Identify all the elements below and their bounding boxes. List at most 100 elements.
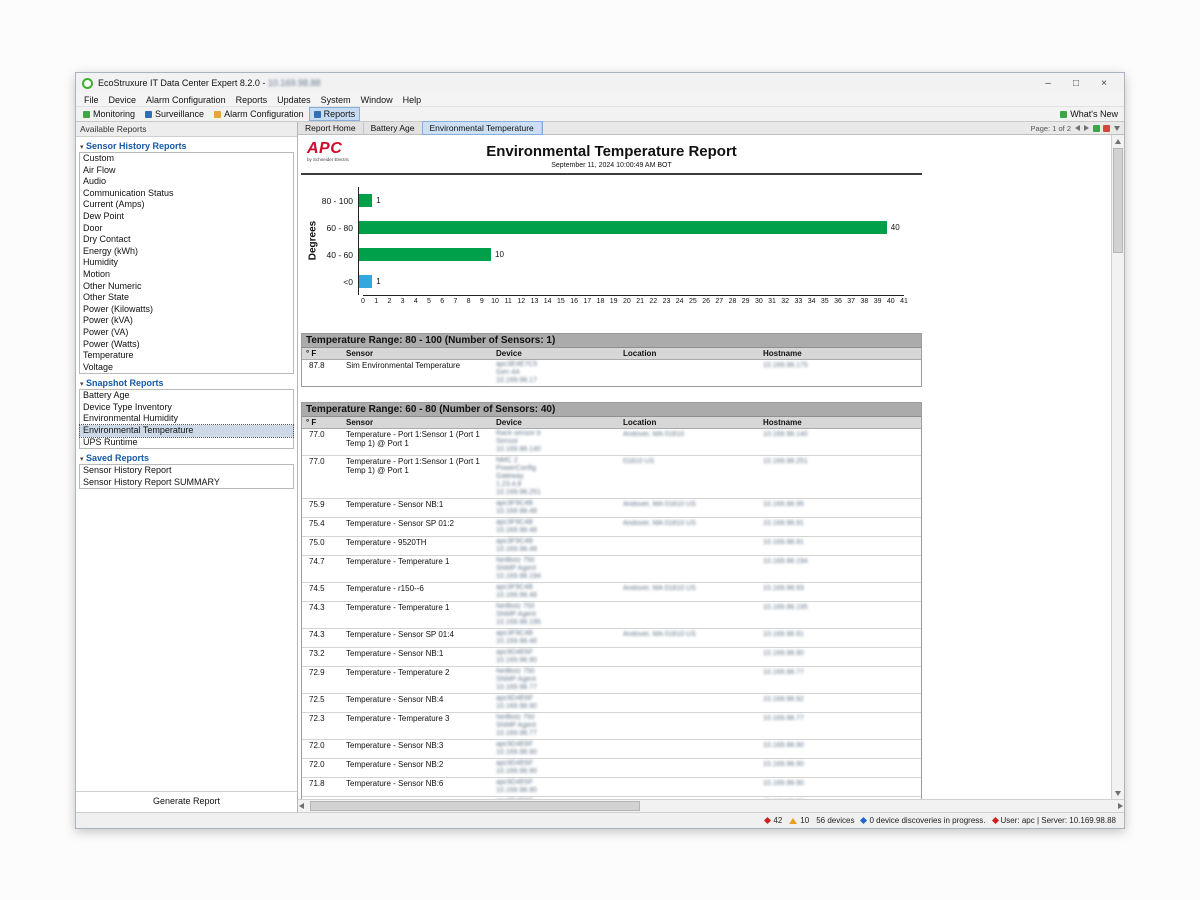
perspective-label: Surveillance [155, 109, 204, 119]
range-table-title: Temperature Range: 60 - 80 (Number of Se… [302, 403, 921, 417]
perspective-alarm-configuration[interactable]: Alarm Configuration [210, 108, 308, 120]
vertical-scroll-thumb[interactable] [1113, 148, 1123, 253]
window-titlebar[interactable]: EcoStruxure IT Data Center Expert 8.2.0 … [76, 73, 1124, 93]
report-item-other-numeric[interactable]: Other Numeric [80, 281, 293, 293]
report-item-audio[interactable]: Audio [80, 176, 293, 188]
menu-window[interactable]: Window [356, 95, 398, 105]
generate-report-button[interactable]: Generate Report [76, 791, 297, 812]
cell-sensor: Temperature - Port 1:Sensor 1 (Port 1 Te… [342, 456, 492, 498]
report-tabs: Report HomeBattery AgeEnvironmental Temp… [298, 122, 542, 134]
scroll-down-icon[interactable] [1112, 787, 1124, 799]
close-button[interactable]: × [1090, 78, 1118, 89]
horizontal-scroll-thumb[interactable] [310, 801, 640, 811]
report-item-dry-contact[interactable]: Dry Contact [80, 234, 293, 246]
report-item-energy-kwh[interactable]: Energy (kWh) [80, 246, 293, 258]
column-header-hostname: Hostname [759, 417, 921, 428]
chart-y-axis-label: Degrees [308, 211, 319, 271]
perspective-surveillance[interactable]: Surveillance [141, 108, 208, 120]
report-item-device-type-inventory[interactable]: Device Type Inventory [80, 402, 293, 414]
column-header-sensor: Sensor [342, 348, 492, 359]
report-item-temperature[interactable]: Temperature [80, 350, 293, 362]
maximize-button[interactable]: □ [1062, 78, 1090, 89]
alarm-configuration-icon [214, 111, 221, 118]
report-item-communication-status[interactable]: Communication Status [80, 188, 293, 200]
next-page-icon[interactable] [1084, 125, 1089, 131]
report-item-power-watts[interactable]: Power (Watts) [80, 339, 293, 351]
cell-location [619, 360, 759, 386]
menu-device[interactable]: Device [104, 95, 142, 105]
cell-temperature: 87.8 [302, 360, 342, 386]
report-timestamp: September 11, 2024 10:00:49 AM BOT [301, 162, 922, 169]
table-row: 74.3Temperature - Sensor SP 01:4apc3F9C4… [302, 629, 921, 648]
minimize-button[interactable]: – [1034, 78, 1062, 89]
report-item-ups-runtime[interactable]: UPS Runtime [80, 437, 293, 449]
monitoring-icon [83, 111, 90, 118]
menu-system[interactable]: System [316, 95, 356, 105]
report-item-humidity[interactable]: Humidity [80, 257, 293, 269]
section-saved-reports[interactable]: ▾ Saved Reports [79, 451, 294, 464]
report-item-power-kilowatts[interactable]: Power (Kilowatts) [80, 304, 293, 316]
report-item-battery-age[interactable]: Battery Age [80, 390, 293, 402]
menu-file[interactable]: File [79, 95, 104, 105]
report-item-other-state[interactable]: Other State [80, 292, 293, 304]
perspective-monitoring[interactable]: Monitoring [79, 108, 139, 120]
report-item-air-flow[interactable]: Air Flow [80, 165, 293, 177]
section-title-label: Snapshot Reports [84, 378, 164, 388]
report-item-environmental-humidity[interactable]: Environmental Humidity [80, 413, 293, 425]
report-item-motion[interactable]: Motion [80, 269, 293, 281]
report-item-sensor-history-report-summary[interactable]: Sensor History Report SUMMARY [80, 477, 293, 489]
report-item-power-va[interactable]: Power (VA) [80, 327, 293, 339]
device-line: SNMP Agent [496, 676, 615, 684]
x-tick-label: 41 [896, 298, 912, 305]
tab-overflow-icon[interactable] [1114, 126, 1120, 131]
scroll-right-icon[interactable] [1118, 803, 1123, 809]
tab-battery-age[interactable]: Battery Age [364, 122, 423, 134]
report-item-custom[interactable]: Custom [80, 153, 293, 165]
perspective-reports[interactable]: Reports [310, 108, 360, 120]
report-item-door[interactable]: Door [80, 223, 293, 235]
device-line: SNMP Agent [496, 722, 615, 730]
report-item-power-kva[interactable]: Power (kVA) [80, 315, 293, 327]
menu-alarm-configuration[interactable]: Alarm Configuration [141, 95, 231, 105]
cell-temperature: 71.8 [302, 778, 342, 796]
horizontal-scrollbar[interactable] [298, 799, 1124, 812]
export-pdf-icon[interactable] [1103, 125, 1110, 132]
report-item-sensor-history-report[interactable]: Sensor History Report [80, 465, 293, 477]
vertical-scrollbar[interactable] [1111, 135, 1124, 799]
menu-reports[interactable]: Reports [231, 95, 273, 105]
cell-hostname: 10.169.98.91 [759, 518, 921, 536]
desktop: { "window": { "title": "EcoStruxure IT D… [0, 0, 1200, 900]
tab-environmental-temperature[interactable]: Environmental Temperature [423, 122, 542, 134]
device-line: 10.169.98.48 [496, 592, 615, 600]
device-line: apc9D4E6F [496, 695, 615, 703]
device-line: 10.169.98.48 [496, 638, 615, 646]
section-snapshot-reports[interactable]: ▾ Snapshot Reports [79, 376, 294, 389]
section-sensor-history-reports[interactable]: ▾ Sensor History Reports [79, 139, 294, 152]
report-item-dew-point[interactable]: Dew Point [80, 211, 293, 223]
surveillance-icon [145, 111, 152, 118]
device-line: 10.169.98.195 [496, 619, 615, 627]
chart-plot: 80 - 100160 - 804040 - 6010<01 [301, 187, 922, 295]
menu-updates[interactable]: Updates [272, 95, 316, 105]
table-row: 72.0Temperature - Sensor NB:3apc9D4E6F10… [302, 740, 921, 759]
whats-new-link[interactable]: What's New [1060, 109, 1121, 119]
status-label: User: apc | Server: 10.169.98.88 [1001, 816, 1116, 825]
report-item-current-amps[interactable]: Current (Amps) [80, 199, 293, 211]
device-line: Gateway [496, 473, 615, 481]
scroll-left-icon[interactable] [299, 803, 304, 809]
tab-report-home[interactable]: Report Home [298, 122, 364, 134]
cell-hostname: 10.169.98.195 [759, 602, 921, 628]
report-item-voltage[interactable]: Voltage [80, 362, 293, 374]
cell-location [619, 602, 759, 628]
device-line: 10.169.98.194 [496, 573, 615, 581]
cell-temperature: 77.0 [302, 456, 342, 498]
cell-hostname: 10.169.98.93 [759, 583, 921, 601]
cell-device: apc9D4E6F10.169.98.90 [492, 759, 619, 777]
menu-help[interactable]: Help [398, 95, 427, 105]
cell-temperature: 74.7 [302, 556, 342, 582]
report-item-environmental-temperature[interactable]: Environmental Temperature [80, 425, 293, 437]
prev-page-icon[interactable] [1075, 125, 1080, 131]
section-list: Battery AgeDevice Type InventoryEnvironm… [79, 389, 294, 449]
export-csv-icon[interactable] [1093, 125, 1100, 132]
chart-row: 60 - 8040 [301, 214, 922, 241]
